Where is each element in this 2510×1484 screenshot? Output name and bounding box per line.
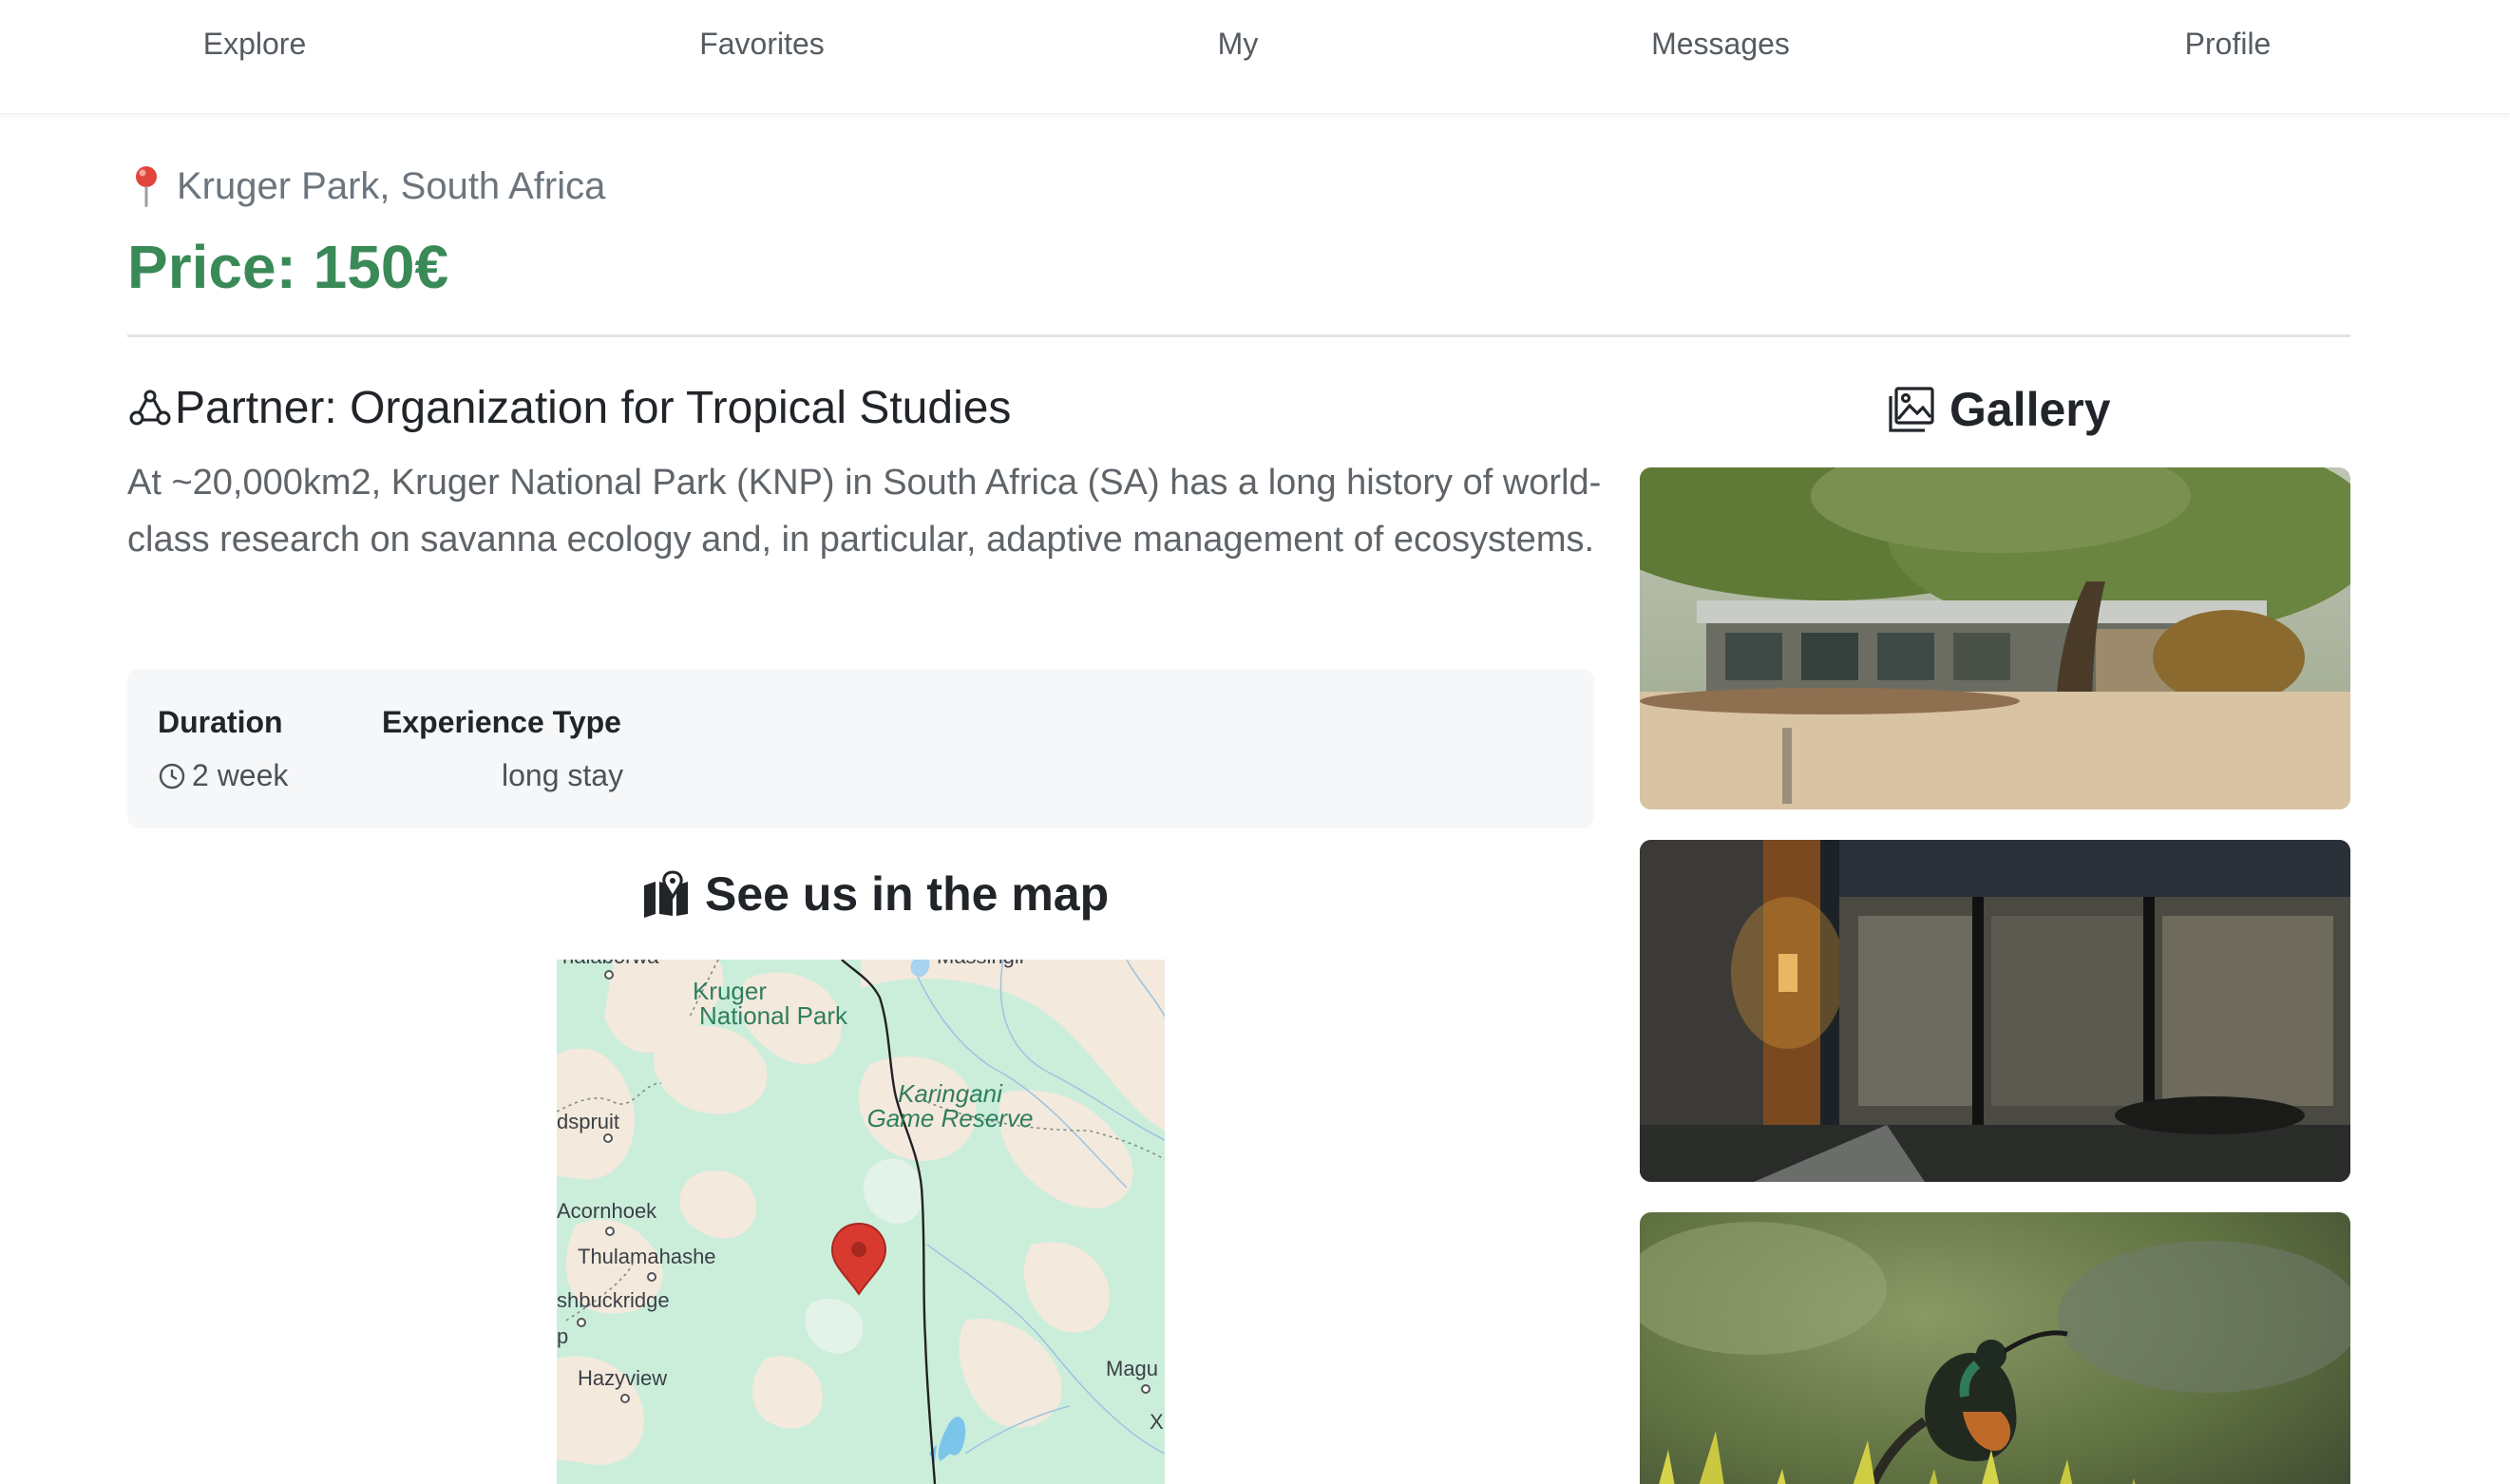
gallery-image-bird[interactable] (1640, 1212, 2350, 1484)
map-label-acornhoek: Acornhoek (557, 1199, 657, 1223)
divider (127, 334, 2350, 337)
details-box: Duration 2 week Experience Type long sta… (127, 669, 1594, 828)
map-label-phalaborwa: halaborwa (562, 960, 659, 968)
map-label-p: p (557, 1324, 568, 1348)
map-label-thulamahashe: Thulamahashe (578, 1245, 716, 1268)
partner-text: Partner: Organization for Tropical Studi… (175, 383, 1012, 433)
map-canvas[interactable]: halaborwa Massingir Kruger National Park… (557, 960, 1165, 1484)
map-title-text: See us in the map (705, 867, 1110, 921)
location-map[interactable]: halaborwa Massingir Kruger National Park… (557, 960, 1165, 1484)
gallery-heading: Gallery (1887, 382, 2111, 437)
nav-explore[interactable]: Explore (203, 27, 307, 62)
partner-heading: Partner: Organization for Tropical Studi… (127, 382, 1011, 434)
map-label-karingani-2: Game Reserve (867, 1104, 1034, 1132)
experience-label: Experience Type (382, 705, 621, 739)
price: Price: 150€ (127, 233, 449, 301)
nav-messages[interactable]: Messages (1651, 27, 1790, 62)
experience-value: long stay (502, 758, 624, 792)
gallery-title-text: Gallery (1949, 383, 2111, 436)
gallery-image-icon (1889, 387, 1934, 432)
map-label-kruger-2: National Park (699, 1001, 848, 1030)
map-label-hazyview: Hazyview (578, 1366, 667, 1390)
duration-text: 2 week (192, 758, 289, 792)
description: At ~20,000km2, Kruger National Park (KNP… (127, 463, 1602, 560)
gallery-image-lounge[interactable] (1640, 840, 2350, 1182)
duration-value: 2 week (158, 758, 288, 793)
nav-my[interactable]: My (1218, 27, 1259, 62)
location-text: Kruger Park, South Africa (177, 164, 606, 207)
map-label-magude: Magu (1106, 1357, 1158, 1380)
map-label-hoedspruit: dspruit (557, 1110, 619, 1133)
clock-icon (159, 763, 185, 789)
location-pin-icon (136, 166, 157, 207)
map-label-bushbuckridge: shbuckridge (557, 1288, 670, 1312)
top-nav: Explore Favorites My Messages Profile (0, 0, 2510, 114)
location: Kruger Park, South Africa (127, 163, 605, 209)
map-marker-icon (644, 870, 688, 918)
map-label-massingir: Massingir (937, 960, 1026, 968)
duration-label: Duration (158, 705, 283, 739)
partner-network-icon (129, 390, 171, 425)
nav-profile[interactable]: Profile (2185, 27, 2272, 62)
map-label-x: X (1150, 1410, 1164, 1434)
map-heading: See us in the map (642, 866, 1109, 922)
nav-favorites[interactable]: Favorites (699, 27, 825, 62)
gallery-image-building[interactable] (1640, 467, 2350, 809)
